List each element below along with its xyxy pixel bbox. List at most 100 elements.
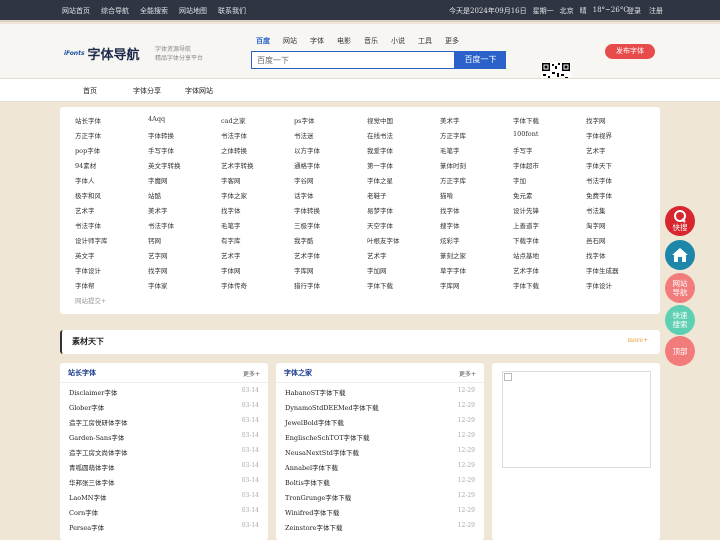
submit-site-link[interactable]: 网站提交+: [75, 295, 106, 305]
site-link[interactable]: 书法集: [586, 205, 606, 215]
site-link[interactable]: 炫彩字: [440, 235, 460, 245]
zhanzhang-list-row-name[interactable]: 华邦张三体字体: [69, 477, 115, 487]
site-link[interactable]: 在线书法: [367, 130, 393, 140]
zhanzhang-list-row-name[interactable]: Glober字体: [69, 402, 104, 412]
site-link[interactable]: 字体天下: [586, 160, 612, 170]
site-link[interactable]: 字体下载: [367, 280, 393, 290]
logo[interactable]: iFonts 字体导航: [64, 44, 140, 63]
material-more-link[interactable]: more+: [627, 337, 648, 344]
font-home-list-row[interactable]: Annabel字体下载 12-29: [285, 462, 475, 472]
zhanzhang-list-row-name[interactable]: Garden-Sans字体: [69, 432, 124, 442]
site-link[interactable]: 设计师字库: [75, 235, 108, 245]
top-link-home[interactable]: 网站首页: [62, 6, 90, 16]
site-link[interactable]: 站长字体: [75, 115, 101, 125]
search-tab-tools[interactable]: 工具: [418, 36, 432, 46]
list-font-home-more[interactable]: 更多+: [459, 369, 476, 378]
site-link[interactable]: 站酷: [148, 190, 161, 200]
site-link[interactable]: 字体视界: [586, 130, 612, 140]
site-link[interactable]: 英文字转换: [148, 160, 181, 170]
site-link[interactable]: 猫啃: [440, 190, 453, 200]
site-link[interactable]: 邑石网: [586, 235, 606, 245]
site-link[interactable]: 艺术字: [367, 250, 387, 260]
site-link[interactable]: 美术字: [148, 205, 168, 215]
site-link[interactable]: 天空字体: [367, 220, 393, 230]
font-home-list-row[interactable]: Winifred字体下载 12-29: [285, 507, 475, 517]
font-home-list-row-name[interactable]: Zeinstore字体下载: [285, 522, 342, 532]
search-tab-web[interactable]: 网站: [283, 36, 297, 46]
site-link[interactable]: 三极字体: [294, 220, 320, 230]
site-link[interactable]: 字体超市: [513, 160, 539, 170]
site-link[interactable]: 英文字: [75, 250, 95, 260]
site-link[interactable]: cad之家: [221, 115, 246, 125]
font-home-list-row[interactable]: NeusaNextStd字体下载 12-29: [285, 447, 475, 457]
list-zhanzhang-more[interactable]: 更多+: [243, 369, 260, 378]
search-tab-font[interactable]: 字体: [310, 36, 324, 46]
search-input[interactable]: 百度一下: [251, 51, 455, 69]
site-link[interactable]: 字体转换: [294, 205, 320, 215]
font-home-list-row-name[interactable]: TronGrunge字体下载: [285, 492, 351, 502]
font-home-list-row-name[interactable]: Annabel字体下载: [285, 462, 338, 472]
zhanzhang-list-row-name[interactable]: LaoMN字体: [69, 492, 106, 502]
search-tab-music[interactable]: 音乐: [364, 36, 378, 46]
site-link[interactable]: 淘字网: [586, 220, 606, 230]
top-link-search[interactable]: 全能搜索: [140, 6, 168, 16]
site-link[interactable]: 极字和风: [75, 190, 101, 200]
site-link[interactable]: 找字体: [440, 205, 460, 215]
top-link-nav[interactable]: 综合导航: [101, 6, 129, 16]
site-nav-float-button[interactable]: 网站导航: [665, 273, 695, 303]
font-home-list-row-name[interactable]: EnglischeSchTOT字体下载: [285, 432, 370, 442]
site-link[interactable]: pop字体: [75, 145, 100, 155]
search-tab-baidu[interactable]: 百度: [256, 36, 270, 46]
nav-font-share[interactable]: 字体分享: [133, 86, 161, 96]
site-link[interactable]: 字库网: [294, 265, 314, 275]
site-link[interactable]: 我爱字体: [367, 145, 393, 155]
site-link[interactable]: 字体转换: [148, 130, 174, 140]
site-link[interactable]: 字体帮: [75, 280, 95, 290]
font-home-list-row-name[interactable]: Winifred字体下载: [285, 507, 339, 517]
site-link[interactable]: 字谷网: [294, 175, 314, 185]
site-link[interactable]: 上善道字: [513, 220, 539, 230]
font-home-list-row[interactable]: JewelBold字体下载 12-29: [285, 417, 475, 427]
zhanzhang-list-row[interactable]: 造字工房悦研体字体 03-14: [69, 417, 259, 427]
site-link[interactable]: 字体下载: [513, 115, 539, 125]
zhanzhang-list-row[interactable]: Glober字体 03-14: [69, 402, 259, 412]
nav-font-sites[interactable]: 字体网站: [185, 86, 213, 96]
zhanzhang-list-row-name[interactable]: Persea字体: [69, 522, 104, 532]
site-link[interactable]: 字体网: [221, 265, 241, 275]
font-home-list-row-name[interactable]: NeusaNextStd字体下载: [285, 447, 359, 457]
site-link[interactable]: 免费字体: [586, 190, 612, 200]
home-float-button[interactable]: [665, 240, 695, 270]
site-link[interactable]: 免元素: [513, 190, 533, 200]
back-to-top-float-button[interactable]: 顶部: [665, 336, 695, 366]
zhanzhang-list-row-name[interactable]: Disclaimer字体: [69, 387, 117, 397]
search-button[interactable]: 百度一下: [455, 51, 506, 69]
site-link[interactable]: 书法字体: [148, 220, 174, 230]
fast-search-float-button[interactable]: 快速搜索: [665, 305, 695, 335]
site-link[interactable]: 第一字体: [367, 160, 393, 170]
site-link[interactable]: 字体生成器: [586, 265, 619, 275]
zhanzhang-list-row-name[interactable]: 造字工房悦研体字体: [69, 417, 128, 427]
zhanzhang-list-row[interactable]: 华邦张三体字体 03-14: [69, 477, 259, 487]
site-link[interactable]: 字体之家: [221, 190, 247, 200]
site-link[interactable]: 草字字体: [440, 265, 466, 275]
site-link[interactable]: 字客网: [221, 175, 241, 185]
site-link[interactable]: 书法字体: [586, 175, 612, 185]
site-link[interactable]: 字体人: [75, 175, 95, 185]
site-link[interactable]: 书法字体: [221, 130, 247, 140]
site-link[interactable]: 篆体时刻: [440, 160, 466, 170]
search-tab-more[interactable]: 更多: [445, 36, 459, 46]
site-link[interactable]: 手写字体: [148, 145, 174, 155]
zhanzhang-list-row[interactable]: Corn字体 03-14: [69, 507, 259, 517]
site-link[interactable]: 手写字: [513, 145, 533, 155]
site-link[interactable]: 下载字体: [513, 235, 539, 245]
site-link[interactable]: 艺术字: [221, 250, 241, 260]
login-link[interactable]: 登录: [627, 6, 641, 16]
site-link[interactable]: 以方字体: [294, 145, 320, 155]
site-link[interactable]: 叶根友字体: [367, 235, 400, 245]
search-tab-movie[interactable]: 电影: [337, 36, 351, 46]
top-link-sitemap[interactable]: 网站地图: [179, 6, 207, 16]
font-home-list-row[interactable]: EnglischeSchTOT字体下载 12-29: [285, 432, 475, 442]
zhanzhang-list-row[interactable]: LaoMN字体 03-14: [69, 492, 259, 502]
register-link[interactable]: 注册: [649, 6, 663, 16]
site-link[interactable]: 找字网: [586, 115, 606, 125]
